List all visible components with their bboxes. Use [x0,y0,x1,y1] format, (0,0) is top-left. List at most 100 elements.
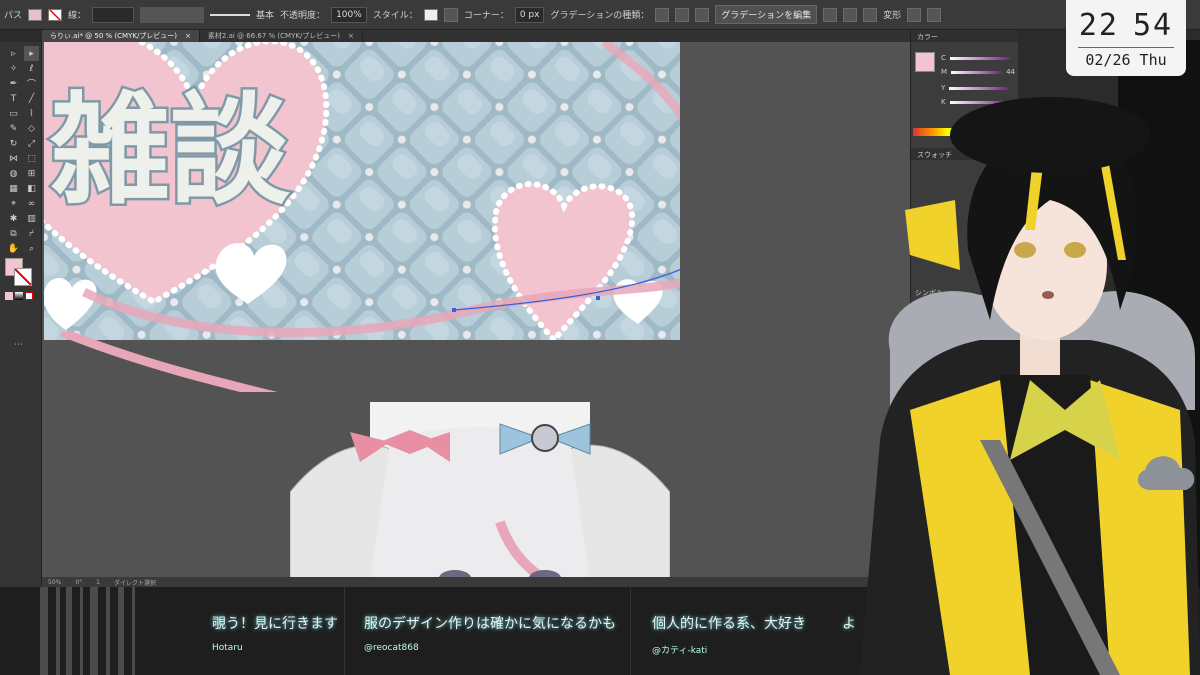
opacity-label: 不透明度： [280,11,326,21]
vtuber-avatar [860,97,1200,675]
style-swatch[interactable] [423,8,438,21]
character-artwork[interactable] [290,402,670,577]
close-icon[interactable]: × [185,32,191,40]
corner-label: コーナー： [463,11,509,21]
eraser-tool-icon[interactable]: ◇ [24,121,39,136]
comment-user: Hotaru [212,643,243,653]
transform-label[interactable]: 変形 [883,8,901,21]
radial-gradient-icon[interactable] [675,7,690,22]
comment-item: 服のデザイン作りは確かに気になるかも @reocat868 [364,613,616,653]
rectangle-tool-icon[interactable]: ▭ [6,106,21,121]
stroke-profile-preview[interactable] [210,13,251,16]
magenta-value[interactable]: 44 [1006,68,1015,76]
align-icon[interactable] [823,7,838,22]
clock-divider [1078,47,1174,48]
corner-input[interactable]: 0 px [514,6,545,23]
blend-tool-icon[interactable]: ∞ [24,196,39,211]
scale-tool-icon[interactable]: ⤢ [24,136,39,151]
stroke-label: 線： [68,11,87,21]
graph-tool-icon[interactable]: ▥ [24,211,39,226]
rotation-value[interactable]: 0° [75,579,82,586]
zoom-tool-icon[interactable]: ⌕ [24,241,39,256]
comment-message: 覗う！見に行きます [212,616,338,632]
tab-sozai2[interactable]: 素材2.ai @ 66.67 % (CMYK/プレビュー) × [200,30,363,42]
cyan-row[interactable]: C [941,54,1015,62]
tools-panel: ▹ ▸ ✧ ℓ ✒ ⌒ T ╱ ▭ ⌇ ✎ ◇ ↻ ⤢ ⋈ ⬚ ◍ ⊞ ▦ ◧ … [0,42,42,587]
current-tool-name: ダイレクト選択 [114,579,157,587]
perspective-tool-icon[interactable]: ⊞ [24,166,39,181]
ticker-divider [630,587,631,675]
clock-widget: 22 54 02/26 Thu [1066,0,1186,76]
more-tools-icon[interactable]: ⋯ [14,340,23,350]
paintbrush-tool-icon[interactable]: ⌇ [24,106,39,121]
stroke-weight-dropdown[interactable] [92,6,135,23]
zoom-level[interactable]: 50% [48,579,61,586]
clock-minute: 54 [1133,8,1174,43]
recolor-icon[interactable] [443,7,458,22]
rotate-tool-icon[interactable]: ↻ [6,136,21,151]
direct-selection-tool-icon[interactable]: ▸ [24,46,39,61]
magic-wand-tool-icon[interactable]: ✧ [6,61,21,76]
current-color-chip[interactable] [915,52,935,72]
magenta-row[interactable]: M 44 [941,68,1015,76]
gradient-mode-icon[interactable] [15,292,23,300]
type-tool-icon[interactable]: T [6,91,21,106]
opacity-input[interactable]: 100% [331,6,367,23]
status-bar: 50% 0° 1 ダイレクト選択 [42,577,910,587]
shaper-tool-icon[interactable]: ✎ [6,121,21,136]
lasso-tool-icon[interactable]: ℓ [24,61,39,76]
tab-rarii[interactable]: らりぃ.ai* @ 50 % (CMYK/プレビュー) × [42,30,200,42]
quilted-background: 雑談 [44,42,680,340]
ticker-divider [344,587,345,675]
canvas-area[interactable]: 雑談 [42,42,910,577]
symbol-sprayer-tool-icon[interactable]: ✱ [6,211,21,226]
freeform-gradient-icon[interactable] [695,7,710,22]
linear-gradient-icon[interactable] [655,7,670,22]
distribute-icon[interactable] [863,7,878,22]
color-panel-title[interactable]: カラー [911,30,1018,42]
stroke-swatch[interactable] [48,8,63,21]
selection-tool-icon[interactable]: ▹ [6,46,21,61]
hand-tool-icon[interactable]: ✋ [6,241,21,256]
stroke-style-label: 基本 [256,11,275,21]
width-tool-icon[interactable]: ⋈ [6,151,21,166]
ticker-bars-decoration [40,587,140,675]
path-label: パス [4,11,23,21]
comment-item: 覗う！見に行きます Hotaru [212,613,338,653]
line-tool-icon[interactable]: ╱ [24,91,39,106]
artboard-number[interactable]: 1 [96,579,100,586]
color-mode-buttons [5,292,33,300]
menu-icon[interactable] [927,7,942,22]
isolate-icon[interactable] [907,7,922,22]
shape-builder-tool-icon[interactable]: ◍ [6,166,21,181]
channel-m-label: M [941,68,948,76]
eyedropper-tool-icon[interactable]: ⌖ [6,196,21,211]
stroke-color-swatch[interactable] [14,268,32,286]
style-label: スタイル： [372,11,418,21]
free-transform-tool-icon[interactable]: ⬚ [24,151,39,166]
artboard-tool-icon[interactable]: ⧉ [6,226,21,241]
align-center-icon[interactable] [843,7,858,22]
comment-user: @reocat868 [364,643,419,653]
close-icon[interactable]: × [348,32,354,40]
variable-width-dropdown[interactable] [140,6,205,23]
comment-message: 服のデザイン作りは確かに気になるかも [364,616,616,632]
fill-swatch[interactable] [28,8,43,21]
cyan-slider[interactable] [949,56,1010,60]
edit-gradient-button[interactable]: グラデーションを編集 [715,5,818,24]
mesh-tool-icon[interactable]: ▦ [6,181,21,196]
artboard-main[interactable]: 雑談 [44,42,680,340]
comment-item: 個人的に作る系、大好き @カティ-kati [652,613,806,656]
magenta-slider[interactable] [951,70,1003,74]
color-mode-icon[interactable] [5,292,13,300]
channel-c-label: C [941,54,946,62]
pen-tool-icon[interactable]: ✒ [6,76,21,91]
tab-label: らりぃ.ai* @ 50 % (CMYK/プレビュー) [50,32,178,40]
gradient-tool-icon[interactable]: ◧ [24,181,39,196]
slice-tool-icon[interactable]: ⌿ [24,226,39,241]
clock-hour: 22 [1078,8,1119,43]
curvature-tool-icon[interactable]: ⌒ [24,76,39,91]
control-bar: パス 線： 基本 不透明度： 100% スタイル： コーナー： 0 px グラデ… [0,0,1200,30]
none-mode-icon[interactable] [25,292,33,300]
tab-label: 素材2.ai @ 66.67 % (CMYK/プレビュー) [207,32,341,40]
